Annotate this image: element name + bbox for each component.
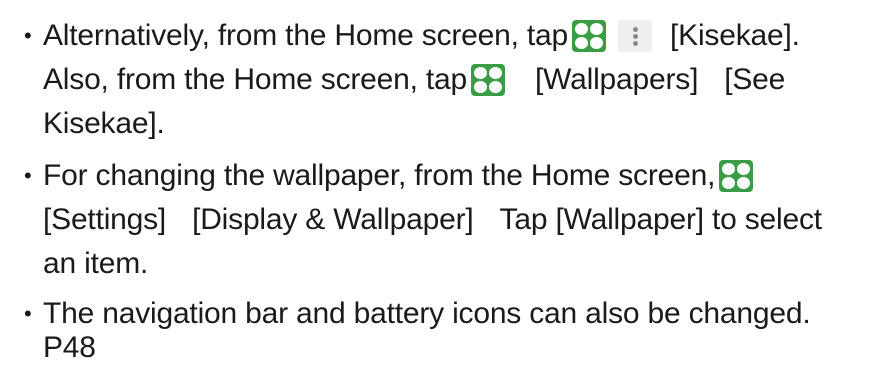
text-segment: [Display & Wallpaper] — [192, 203, 474, 236]
text-line: Alternatively, from the Home screen, tap… — [43, 14, 800, 58]
text-segment: For changing the wallpaper, from the Hom… — [43, 159, 716, 192]
bullet: • — [24, 23, 32, 48]
text-segment: Also, from the Home screen, tap — [43, 63, 467, 96]
page-reference[interactable]: P48 — [43, 326, 96, 370]
text-line: For changing the wallpaper, from the Hom… — [43, 154, 757, 198]
more-vertical-icon — [618, 20, 652, 52]
text-line: Kisekae]. — [43, 102, 165, 146]
apps-icon — [572, 20, 606, 52]
bullet: • — [24, 163, 32, 188]
text-line: Also, from the Home screen, tap [Wallpap… — [43, 58, 785, 102]
page-reference-link[interactable]: P48 — [43, 326, 96, 370]
text-segment: an item. — [43, 247, 149, 280]
text-segment: The navigation bar and battery icons can… — [43, 297, 811, 330]
text-line: [Settings] [Display & Wallpaper] Tap [Wa… — [43, 198, 822, 242]
text-line: an item. — [43, 242, 148, 286]
text-segment: [See — [724, 63, 786, 96]
text-segment: Kisekae]. — [43, 107, 165, 140]
text-segment: [Kisekae]. — [670, 19, 800, 52]
help-document: • Alternatively, from the Home screen, t… — [0, 0, 885, 364]
text-line: The navigation bar and battery icons can… — [43, 292, 811, 336]
apps-icon — [470, 64, 505, 96]
bullet: • — [24, 301, 32, 326]
text-segment: [Settings] — [43, 203, 167, 236]
text-segment: Tap [Wallpaper] to select — [499, 203, 823, 236]
text-segment: Alternatively, from the Home screen, tap — [43, 19, 568, 52]
apps-icon — [719, 160, 754, 192]
text-segment: [Wallpapers] — [534, 63, 699, 96]
